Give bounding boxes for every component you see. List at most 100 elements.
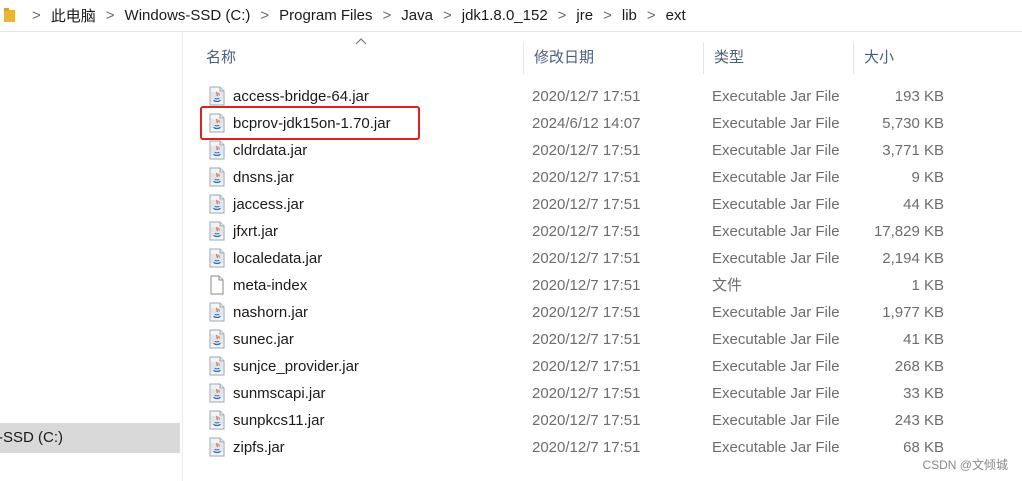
breadcrumb-item[interactable]: Windows-SSD (C:) xyxy=(125,7,251,24)
breadcrumb-separator-icon[interactable]: > xyxy=(558,7,567,24)
file-name: jaccess.jar xyxy=(233,196,304,213)
breadcrumb-separator-icon[interactable]: > xyxy=(603,7,612,24)
breadcrumb-item[interactable]: 此电脑 xyxy=(51,5,96,26)
breadcrumb-separator-icon[interactable]: > xyxy=(383,7,392,24)
breadcrumb-item[interactable]: jre xyxy=(576,7,593,24)
file-size: 33 KB xyxy=(903,385,944,402)
java-jar-icon xyxy=(208,113,226,133)
file-size: 268 KB xyxy=(894,358,944,375)
java-jar-icon xyxy=(208,383,226,403)
breadcrumb-separator-icon[interactable]: > xyxy=(106,7,115,24)
file-size: 41 KB xyxy=(903,331,944,348)
file-name: localedata.jar xyxy=(233,250,323,267)
breadcrumb-separator-icon[interactable]: > xyxy=(647,7,656,24)
file-date: 2020/12/7 17:51 xyxy=(532,169,641,186)
file-type: Executable Jar File xyxy=(712,196,840,213)
file-row[interactable]: jfxrt.jar 2020/12/7 17:51 Executable Jar F… xyxy=(196,218,956,245)
column-header-date[interactable]: 修改日期 xyxy=(524,42,704,74)
nav-item-label: -SSD (C:) xyxy=(0,429,63,446)
file-size: 1,977 KB xyxy=(882,304,944,321)
file-date: 2020/12/7 17:51 xyxy=(532,88,641,105)
file-row[interactable]: nashorn.jar 2020/12/7 17:51 Executable Jar… xyxy=(196,299,956,326)
breadcrumb-item[interactable]: Program Files xyxy=(279,7,372,24)
file-type: Executable Jar File xyxy=(712,250,840,267)
column-header-name[interactable]: 名称 xyxy=(196,42,524,74)
file-type: Executable Jar File xyxy=(712,385,840,402)
file-name: cldrdata.jar xyxy=(233,142,308,159)
watermark: CSDN @文倾城 xyxy=(922,458,1008,472)
file-name: sunjce_provider.jar xyxy=(233,358,359,375)
column-header-size[interactable]: 大小 xyxy=(854,42,956,74)
file-row[interactable]: zipfs.jar 2020/12/7 17:51 Executable Jar F… xyxy=(196,434,956,461)
nav-item-windows-ssd[interactable]: -SSD (C:) xyxy=(0,423,180,453)
file-type: Executable Jar File xyxy=(712,331,840,348)
file-size: 44 KB xyxy=(903,196,944,213)
file-type: Executable Jar File xyxy=(712,304,840,321)
java-jar-icon xyxy=(208,410,226,430)
file-date: 2020/12/7 17:51 xyxy=(532,196,641,213)
file-name: sunmscapi.jar xyxy=(233,385,326,402)
file-size: 1 KB xyxy=(911,277,944,294)
file-row[interactable]: sunjce_provider.jar 2020/12/7 17:51 Execut… xyxy=(196,353,956,380)
breadcrumb-separator-icon[interactable]: > xyxy=(260,7,269,24)
blank-file-icon xyxy=(208,275,226,295)
file-date: 2024/6/12 14:07 xyxy=(532,115,641,132)
file-row[interactable]: sunmscapi.jar 2020/12/7 17:51 Executable J… xyxy=(196,380,956,407)
file-row[interactable]: sunec.jar 2020/12/7 17:51 Executable Jar F… xyxy=(196,326,956,353)
file-date: 2020/12/7 17:51 xyxy=(532,412,641,429)
breadcrumb-item[interactable]: ext xyxy=(666,7,686,24)
file-name: dnsns.jar xyxy=(233,169,294,186)
file-type: 文件 xyxy=(712,277,743,294)
file-size: 193 KB xyxy=(894,88,944,105)
file-name: sunpkcs11.jar xyxy=(233,412,325,429)
file-name: meta-index xyxy=(233,277,308,294)
file-name: zipfs.jar xyxy=(233,439,285,456)
file-row[interactable]: dnsns.jar 2020/12/7 17:51 Executable Jar F… xyxy=(196,164,956,191)
address-bar[interactable]: > 此电脑 > Windows-SSD (C:) > Program Files > Java… xyxy=(0,0,1022,32)
java-jar-icon xyxy=(208,248,226,268)
file-date: 2020/12/7 17:51 xyxy=(532,385,641,402)
file-row[interactable]: bcprov-jdk15on-1.70.jar 2024/6/12 14:07 Ex… xyxy=(196,110,956,137)
file-size: 5,730 KB xyxy=(882,115,944,132)
column-header-type[interactable]: 类型 xyxy=(704,42,854,74)
file-date: 2020/12/7 17:51 xyxy=(532,277,641,294)
file-type: Executable Jar File xyxy=(712,358,840,375)
breadcrumb-separator-icon[interactable]: > xyxy=(443,7,452,24)
file-date: 2020/12/7 17:51 xyxy=(532,223,641,240)
java-jar-icon xyxy=(208,167,226,187)
file-size: 9 KB xyxy=(911,169,944,186)
file-row[interactable]: access-bridge-64.jar 2020/12/7 17:51 Execu… xyxy=(196,83,956,110)
file-type: Executable Jar File xyxy=(712,439,840,456)
java-jar-icon xyxy=(208,356,226,376)
java-jar-icon xyxy=(208,194,226,214)
breadcrumb: > 此电脑 > Windows-SSD (C:) > Program Files > Java… xyxy=(22,5,686,26)
file-type: Executable Jar File xyxy=(712,223,840,240)
navigation-pane[interactable]: -SSD (C:) xyxy=(0,32,183,481)
file-date: 2020/12/7 17:51 xyxy=(532,304,641,321)
breadcrumb-separator-icon[interactable]: > xyxy=(32,7,41,24)
file-date: 2020/12/7 17:51 xyxy=(532,250,641,267)
file-row[interactable]: sunpkcs11.jar 2020/12/7 17:51 Executable J… xyxy=(196,407,956,434)
breadcrumb-item[interactable]: lib xyxy=(622,7,637,24)
file-type: Executable Jar File xyxy=(712,88,840,105)
java-jar-icon xyxy=(208,221,226,241)
file-size: 17,829 KB xyxy=(873,223,944,240)
file-row[interactable]: localedata.jar 2020/12/7 17:51 Executable … xyxy=(196,245,956,272)
file-name: nashorn.jar xyxy=(233,304,309,321)
java-jar-icon xyxy=(208,302,226,322)
file-row[interactable]: meta-index 2020/12/7 17:51 文件 1 KB xyxy=(196,272,956,299)
file-name: sunec.jar xyxy=(233,331,294,348)
file-name: jfxrt.jar xyxy=(233,223,278,240)
file-size: 2,194 KB xyxy=(882,250,944,267)
file-name: access-bridge-64.jar xyxy=(233,88,369,105)
file-date: 2020/12/7 17:51 xyxy=(532,358,641,375)
file-row[interactable]: jaccess.jar 2020/12/7 17:51 Executable Jar… xyxy=(196,191,956,218)
column-headers: 名称 修改日期 类型 大小 xyxy=(196,42,956,74)
file-row[interactable]: cldrdata.jar 2020/12/7 17:51 Executable Ja… xyxy=(196,137,956,164)
file-type: Executable Jar File xyxy=(712,412,840,429)
file-name: bcprov-jdk15on-1.70.jar xyxy=(233,115,391,132)
file-type: Executable Jar File xyxy=(712,169,840,186)
breadcrumb-item[interactable]: jdk1.8.0_152 xyxy=(462,7,548,24)
breadcrumb-item[interactable]: Java xyxy=(401,7,433,24)
file-type: Executable Jar File xyxy=(712,115,840,132)
